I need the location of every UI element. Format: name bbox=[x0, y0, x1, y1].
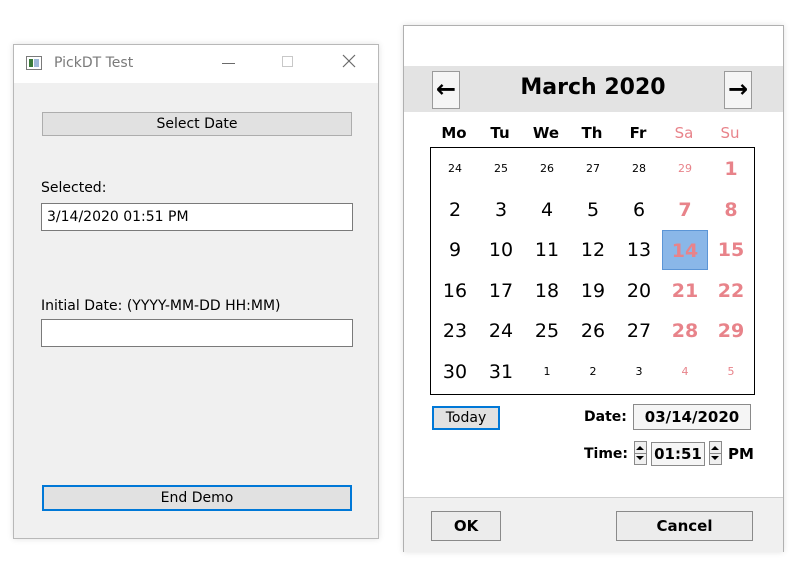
spin-up-icon[interactable] bbox=[711, 446, 719, 450]
calendar-day[interactable]: 19 bbox=[570, 271, 616, 311]
calendar-day[interactable]: 5 bbox=[570, 190, 616, 230]
cancel-button[interactable]: Cancel bbox=[616, 511, 753, 541]
weekday-header: Tu bbox=[490, 124, 510, 142]
arrow-right-icon: → bbox=[727, 75, 749, 103]
end-demo-button[interactable]: End Demo bbox=[42, 485, 352, 511]
spin-down-icon[interactable] bbox=[636, 456, 644, 460]
calendar-day[interactable]: 12 bbox=[570, 230, 616, 270]
time-field[interactable]: 01:51 bbox=[651, 442, 705, 466]
hour-spinner[interactable] bbox=[634, 441, 647, 465]
calendar-day[interactable]: 7 bbox=[662, 190, 708, 230]
calendar-day[interactable]: 26 bbox=[524, 149, 570, 189]
calendar-day[interactable]: 17 bbox=[478, 271, 524, 311]
date-field[interactable]: 03/14/2020 bbox=[633, 404, 751, 430]
next-month-button[interactable]: → bbox=[724, 71, 752, 109]
calendar-grid: 24 25 26 27 28 29 1 2 3 4 5 6 7 8 9 10 11 12 13 14 15 16 17 18 1… bbox=[430, 147, 755, 395]
date-label: Date: bbox=[584, 409, 627, 425]
weekday-header: Fr bbox=[629, 124, 647, 142]
calendar-day[interactable]: 1 bbox=[708, 149, 754, 189]
arrow-left-icon: ← bbox=[435, 75, 457, 103]
calendar-day[interactable]: 27 bbox=[616, 311, 662, 351]
calendar-day[interactable]: 11 bbox=[524, 230, 570, 270]
minute-spinner[interactable] bbox=[709, 441, 722, 465]
title-bar: PickDT Test bbox=[14, 45, 378, 83]
selected-field[interactable]: 3/14/2020 01:51 PM bbox=[41, 203, 353, 231]
calendar-day-selected[interactable]: 14 bbox=[662, 230, 708, 270]
calendar-day[interactable]: 1 bbox=[524, 352, 570, 392]
minimize-icon[interactable] bbox=[222, 63, 235, 64]
calendar-day[interactable]: 5 bbox=[708, 352, 754, 392]
calendar-day[interactable]: 15 bbox=[708, 230, 754, 270]
maximize-icon[interactable] bbox=[282, 56, 293, 67]
calendar-day[interactable]: 22 bbox=[708, 271, 754, 311]
calendar-day[interactable]: 31 bbox=[478, 352, 524, 392]
calendar-day[interactable]: 25 bbox=[524, 311, 570, 351]
month-title: March 2020 bbox=[520, 75, 666, 100]
calendar-day[interactable]: 9 bbox=[432, 230, 478, 270]
calendar-day[interactable]: 10 bbox=[478, 230, 524, 270]
close-icon[interactable] bbox=[341, 53, 357, 69]
calendar-day[interactable]: 29 bbox=[708, 311, 754, 351]
select-date-button[interactable]: Select Date bbox=[42, 112, 352, 136]
initial-date-field[interactable] bbox=[41, 319, 353, 347]
window-title: PickDT Test bbox=[54, 55, 134, 71]
weekday-header: Mo bbox=[441, 124, 467, 142]
selected-label: Selected: bbox=[41, 180, 107, 196]
today-button[interactable]: Today bbox=[432, 406, 500, 430]
calendar-day[interactable]: 2 bbox=[570, 352, 616, 392]
calendar-day[interactable]: 20 bbox=[616, 271, 662, 311]
calendar-day[interactable]: 23 bbox=[432, 311, 478, 351]
app-icon bbox=[26, 56, 42, 70]
calendar-day[interactable]: 21 bbox=[662, 271, 708, 311]
calendar-day[interactable]: 4 bbox=[662, 352, 708, 392]
date-picker-dialog: ← March 2020 → Mo Tu We Th Fr Sa Su 24 25 26 27 28… bbox=[403, 25, 784, 552]
calendar-day[interactable]: 18 bbox=[524, 271, 570, 311]
calendar-day[interactable]: 27 bbox=[570, 149, 616, 189]
calendar-day[interactable]: 29 bbox=[662, 149, 708, 189]
calendar-day[interactable]: 26 bbox=[570, 311, 616, 351]
weekday-header: Sa bbox=[674, 124, 694, 142]
calendar-day[interactable]: 24 bbox=[478, 311, 524, 351]
calendar-day[interactable]: 28 bbox=[662, 311, 708, 351]
time-label: Time: bbox=[584, 446, 629, 462]
ok-button[interactable]: OK bbox=[431, 511, 501, 541]
ampm-indicator[interactable]: PM bbox=[728, 445, 754, 463]
weekday-header: Th bbox=[581, 124, 603, 142]
calendar-day[interactable]: 13 bbox=[616, 230, 662, 270]
calendar-day[interactable]: 8 bbox=[708, 190, 754, 230]
initial-date-label: Initial Date: (YYYY-MM-DD HH:MM) bbox=[41, 298, 281, 314]
calendar-day[interactable]: 16 bbox=[432, 271, 478, 311]
calendar-day[interactable]: 6 bbox=[616, 190, 662, 230]
calendar-day[interactable]: 4 bbox=[524, 190, 570, 230]
calendar-day[interactable]: 3 bbox=[478, 190, 524, 230]
prev-month-button[interactable]: ← bbox=[432, 71, 460, 109]
calendar-day[interactable]: 30 bbox=[432, 352, 478, 392]
weekday-header: We bbox=[532, 124, 560, 142]
calendar-day[interactable]: 25 bbox=[478, 149, 524, 189]
weekday-header: Su bbox=[720, 124, 740, 142]
calendar-day[interactable]: 24 bbox=[432, 149, 478, 189]
pickdt-test-window: PickDT Test Select Date Selected: 3/14/2… bbox=[13, 44, 379, 539]
calendar-day[interactable]: 28 bbox=[616, 149, 662, 189]
calendar-day[interactable]: 2 bbox=[432, 190, 478, 230]
spin-down-icon[interactable] bbox=[711, 456, 719, 460]
calendar-day[interactable]: 3 bbox=[616, 352, 662, 392]
spin-up-icon[interactable] bbox=[636, 446, 644, 450]
